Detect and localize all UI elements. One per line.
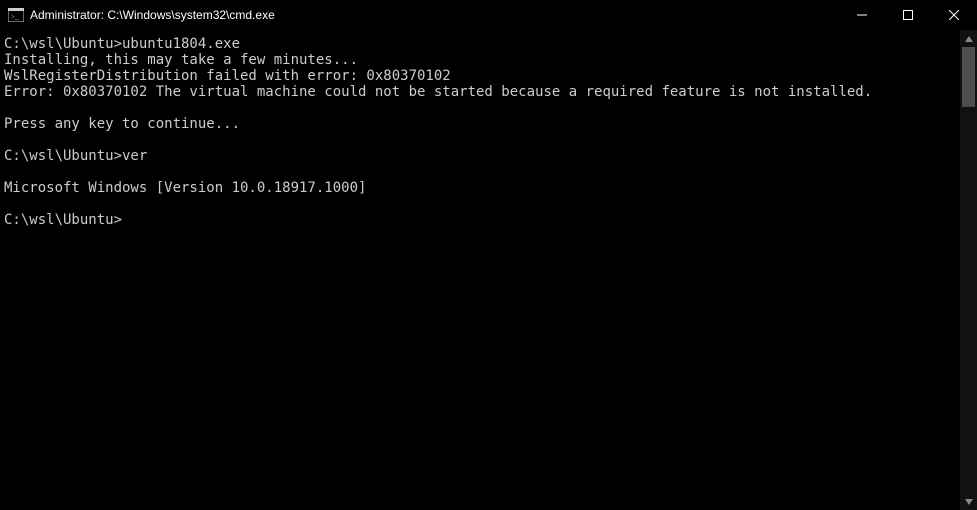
terminal-line: Installing, this may take a few minutes.…	[4, 52, 956, 68]
close-button[interactable]	[931, 0, 977, 30]
svg-text:>_: >_	[11, 13, 19, 21]
window-title: Administrator: C:\Windows\system32\cmd.e…	[30, 8, 275, 22]
scroll-track[interactable]	[960, 47, 977, 493]
titlebar-left: >_ Administrator: C:\Windows\system32\cm…	[0, 8, 275, 22]
scroll-thumb[interactable]	[962, 47, 975, 107]
terminal-line	[4, 164, 956, 180]
cmd-icon: >_	[8, 8, 24, 22]
maximize-button[interactable]	[885, 0, 931, 30]
cmd-window: >_ Administrator: C:\Windows\system32\cm…	[0, 0, 977, 510]
terminal-line: WslRegisterDistribution failed with erro…	[4, 68, 956, 84]
minimize-button[interactable]	[839, 0, 885, 30]
scroll-up-button[interactable]	[960, 30, 977, 47]
titlebar[interactable]: >_ Administrator: C:\Windows\system32\cm…	[0, 0, 977, 30]
terminal-line	[4, 132, 956, 148]
terminal-line	[4, 196, 956, 212]
scroll-down-button[interactable]	[960, 493, 977, 510]
terminal-line: Press any key to continue...	[4, 116, 956, 132]
terminal-output[interactable]: C:\wsl\Ubuntu>ubuntu1804.exeInstalling, …	[0, 30, 960, 510]
client-area: C:\wsl\Ubuntu>ubuntu1804.exeInstalling, …	[0, 30, 977, 510]
terminal-line: Error: 0x80370102 The virtual machine co…	[4, 84, 956, 100]
terminal-line: Microsoft Windows [Version 10.0.18917.10…	[4, 180, 956, 196]
terminal-line: C:\wsl\Ubuntu>	[4, 212, 956, 228]
titlebar-controls	[839, 0, 977, 30]
terminal-line: C:\wsl\Ubuntu>ver	[4, 148, 956, 164]
terminal-line: C:\wsl\Ubuntu>ubuntu1804.exe	[4, 36, 956, 52]
vertical-scrollbar[interactable]	[960, 30, 977, 510]
terminal-line	[4, 100, 956, 116]
